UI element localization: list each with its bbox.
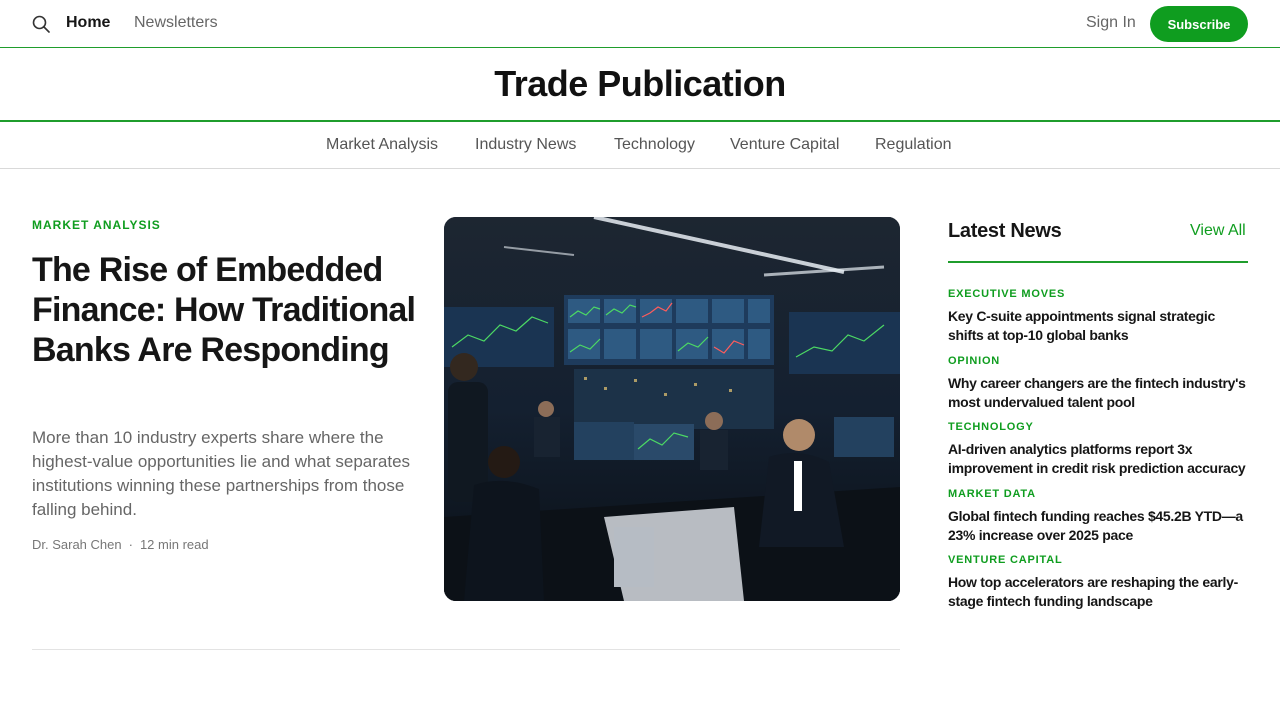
brand-title[interactable]: Trade Publication — [0, 63, 1280, 105]
category-industry-news[interactable]: Industry News — [475, 136, 576, 154]
hero-description: More than 10 industry experts share wher… — [32, 428, 411, 519]
news-category[interactable]: TECHNOLOGY — [948, 421, 1248, 433]
category-nav: Market Analysis Industry News Technology… — [0, 123, 1280, 169]
news-category[interactable]: EXECUTIVE MOVES — [948, 288, 1248, 300]
news-headline[interactable]: How top accelerators are reshaping the e… — [948, 573, 1248, 611]
hero-title[interactable]: The Rise of Embedded Finance: How Tradit… — [32, 250, 424, 370]
news-category[interactable]: VENTURE CAPITAL — [948, 554, 1248, 566]
latest-news-rule — [948, 261, 1248, 263]
category-market-analysis[interactable]: Market Analysis — [326, 136, 438, 154]
category-regulation[interactable]: Regulation — [875, 136, 952, 154]
news-headline[interactable]: Key C-suite appointments signal strategi… — [948, 307, 1248, 345]
view-all-link[interactable]: View All — [1190, 222, 1246, 240]
byline-separator: · — [128, 537, 133, 552]
author-name[interactable]: Dr. Sarah Chen — [32, 537, 122, 552]
nav-home[interactable]: Home — [66, 14, 110, 32]
hero-category[interactable]: MARKET ANALYSIS — [32, 218, 161, 232]
latest-news-title: Latest News — [948, 220, 1062, 242]
sign-in-link[interactable]: Sign In — [1086, 14, 1136, 32]
section-divider — [32, 649, 900, 650]
news-item[interactable]: VENTURE CAPITAL How top accelerators are… — [948, 554, 1248, 611]
trading-floor-illustration — [444, 217, 900, 601]
news-category[interactable]: OPINION — [948, 355, 1248, 367]
top-bar: Home Newsletters Sign In Subscribe — [0, 0, 1280, 48]
byline: Dr. Sarah Chen · 12 min read — [32, 537, 209, 552]
search-icon[interactable] — [32, 15, 50, 33]
hero-image[interactable] — [444, 217, 900, 601]
news-item[interactable]: OPINION Why career changers are the fint… — [948, 355, 1248, 412]
news-headline[interactable]: AI-driven analytics platforms report 3x … — [948, 440, 1248, 478]
category-technology[interactable]: Technology — [614, 136, 695, 154]
category-venture-capital[interactable]: Venture Capital — [730, 136, 839, 154]
subscribe-button[interactable]: Subscribe — [1150, 6, 1248, 42]
news-headline[interactable]: Why career changers are the fintech indu… — [948, 374, 1248, 412]
news-headline[interactable]: Global fintech funding reaches $45.2B YT… — [948, 507, 1248, 545]
masthead: Trade Publication — [0, 49, 1280, 122]
nav-newsletters[interactable]: Newsletters — [134, 14, 218, 32]
news-item[interactable]: TECHNOLOGY AI-driven analytics platforms… — [948, 421, 1248, 478]
news-item[interactable]: EXECUTIVE MOVES Key C-suite appointments… — [948, 288, 1248, 345]
news-item[interactable]: MARKET DATA Global fintech funding reach… — [948, 488, 1248, 545]
news-category[interactable]: MARKET DATA — [948, 488, 1248, 500]
read-time: 12 min read — [139, 537, 209, 552]
